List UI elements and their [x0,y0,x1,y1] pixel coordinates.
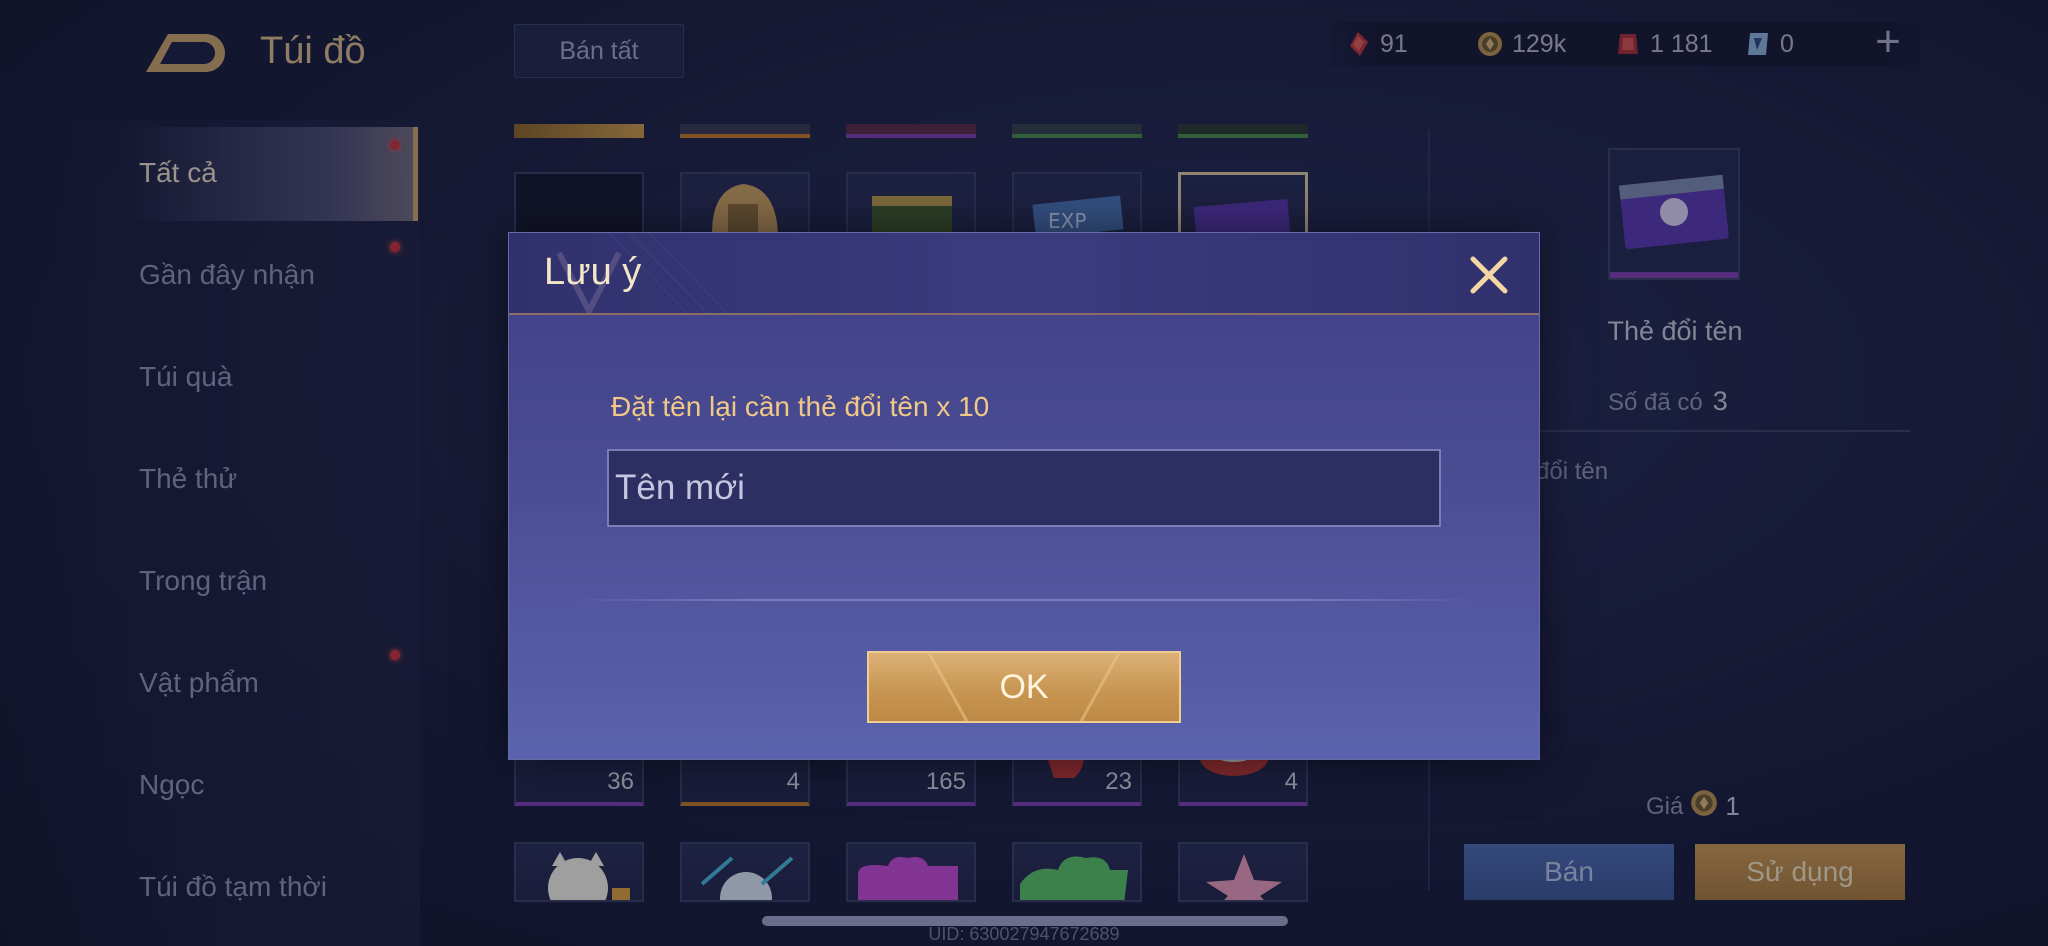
user-id: UID: 630027947672689 [928,924,1120,944]
dialog-header: Lưu ý [509,233,1539,315]
close-icon [1470,256,1508,294]
header-ornament [556,233,728,313]
dialog-message: Đặt tên lại cần thẻ đổi tên x 10 [611,391,990,422]
ok-button[interactable]: OK [867,651,1181,723]
new-name-input[interactable] [607,449,1441,527]
dialog-divider [569,599,1479,601]
dialog-title: Lưu ý [544,251,642,293]
ok-button-label: OK [999,667,1049,706]
close-button[interactable] [1465,251,1513,299]
rename-dialog: Lưu ý Đặt tên lại cần thẻ đổi tên x 10 O… [508,232,1540,760]
